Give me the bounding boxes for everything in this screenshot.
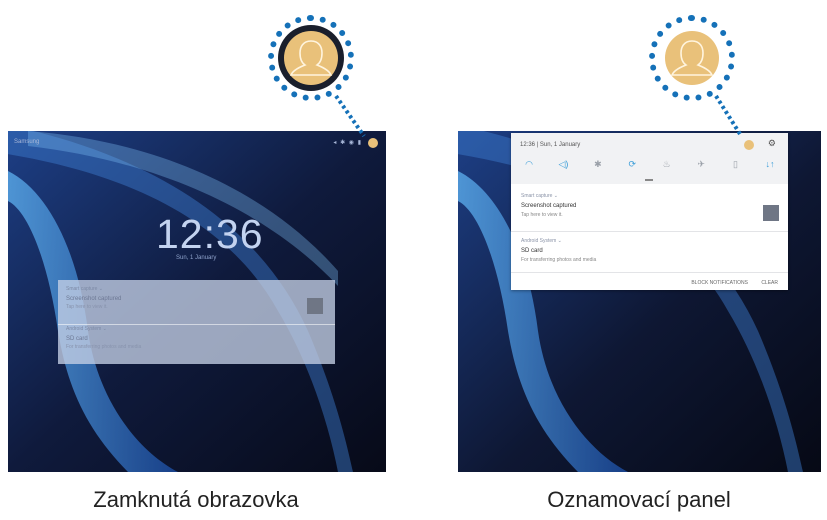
notification-sd-card[interactable]: Android System ⌄ SD card For transferrin… <box>511 232 788 273</box>
notification-title: Screenshot captured <box>66 296 122 302</box>
notification-app-name: Android System ⌄ <box>66 326 107 332</box>
status-icons: ◂ ✱ ◉ ▮ <box>333 140 362 146</box>
lock-screen: Samsung ◂ ✱ ◉ ▮ 12:36 Sun, 1 January Sma… <box>8 131 386 472</box>
panel-time-date: 12:36 | Sun, 1 January <box>520 142 581 148</box>
clear-button[interactable]: CLEAR <box>761 280 778 286</box>
sound-icon[interactable]: ◁) <box>555 157 571 171</box>
notification-text: Tap here to view it. <box>66 304 108 310</box>
quick-settings-area: 12:36 | Sun, 1 January ⚙ ◠ ◁) ✱ ⟳ ♨ ✈ ▯ … <box>511 133 788 184</box>
screenshot-thumbnail <box>307 298 323 314</box>
avatar-magnified <box>278 25 344 91</box>
panel-drag-handle[interactable] <box>645 179 653 181</box>
user-avatar-icon <box>665 31 719 85</box>
caption-notification-panel: Oznamovací panel <box>547 487 731 512</box>
carrier-label: Samsung <box>14 139 40 145</box>
notification-app-name: Android System ⌄ <box>521 238 562 244</box>
notification-sd-card[interactable]: Android System ⌄ SD card For transferrin… <box>66 326 327 362</box>
notification-title: SD card <box>66 336 88 342</box>
user-avatar-icon <box>284 31 338 85</box>
notification-panel-screen: 12:36 | Sun, 1 January ⚙ ◠ ◁) ✱ ⟳ ♨ ✈ ▯ … <box>458 131 821 472</box>
power-saving-icon[interactable]: ▯ <box>728 157 744 171</box>
notification-panel: 12:36 | Sun, 1 January ⚙ ◠ ◁) ✱ ⟳ ♨ ✈ ▯ … <box>511 133 788 290</box>
status-bar: Samsung ◂ ✱ ◉ ▮ <box>14 138 378 151</box>
screenshot-thumbnail <box>763 205 779 221</box>
block-notifications-button[interactable]: BLOCK NOTIFICATIONS <box>691 280 748 286</box>
notification-screenshot[interactable]: Smart capture ⌄ Screenshot captured Tap … <box>66 286 327 324</box>
airplane-icon[interactable]: ✈ <box>693 157 709 171</box>
notification-screenshot[interactable]: Smart capture ⌄ Screenshot captured Tap … <box>511 187 788 232</box>
lock-notification-card[interactable]: Smart capture ⌄ Screenshot captured Tap … <box>58 280 335 364</box>
divider <box>58 324 335 325</box>
lock-date: Sun, 1 January <box>176 255 217 261</box>
flashlight-icon[interactable]: ♨ <box>659 157 675 171</box>
auto-rotate-icon[interactable]: ⟳ <box>624 157 640 171</box>
caption-lock-screen: Zamknutá obrazovka <box>93 487 299 512</box>
user-avatar-icon[interactable] <box>744 140 754 150</box>
notification-text: For transferring photos and media <box>521 257 597 263</box>
avatar-callout <box>649 15 735 101</box>
wifi-icon[interactable]: ◠ <box>521 157 537 171</box>
user-avatar-icon[interactable] <box>368 138 378 148</box>
quick-settings-row: ◠ ◁) ✱ ⟳ ♨ ✈ ▯ ↓↑ <box>521 157 778 171</box>
notification-app-name: Smart capture ⌄ <box>66 286 103 292</box>
lock-clock: 12:36 <box>156 211 264 257</box>
mobile-data-icon[interactable]: ↓↑ <box>762 157 778 171</box>
settings-gear-icon[interactable]: ⚙ <box>768 138 776 149</box>
avatar-magnified <box>659 25 725 91</box>
notification-text: For transferring photos and media <box>66 344 142 350</box>
avatar-callout <box>268 15 354 101</box>
notification-title: Screenshot captured <box>521 203 577 209</box>
notification-app-name: Smart capture ⌄ <box>521 193 558 199</box>
notification-text: Tap here to view it. <box>521 212 563 218</box>
notification-title: SD card <box>521 248 543 254</box>
bluetooth-icon[interactable]: ✱ <box>590 157 606 171</box>
panel-actions: BLOCK NOTIFICATIONS CLEAR <box>679 280 778 286</box>
